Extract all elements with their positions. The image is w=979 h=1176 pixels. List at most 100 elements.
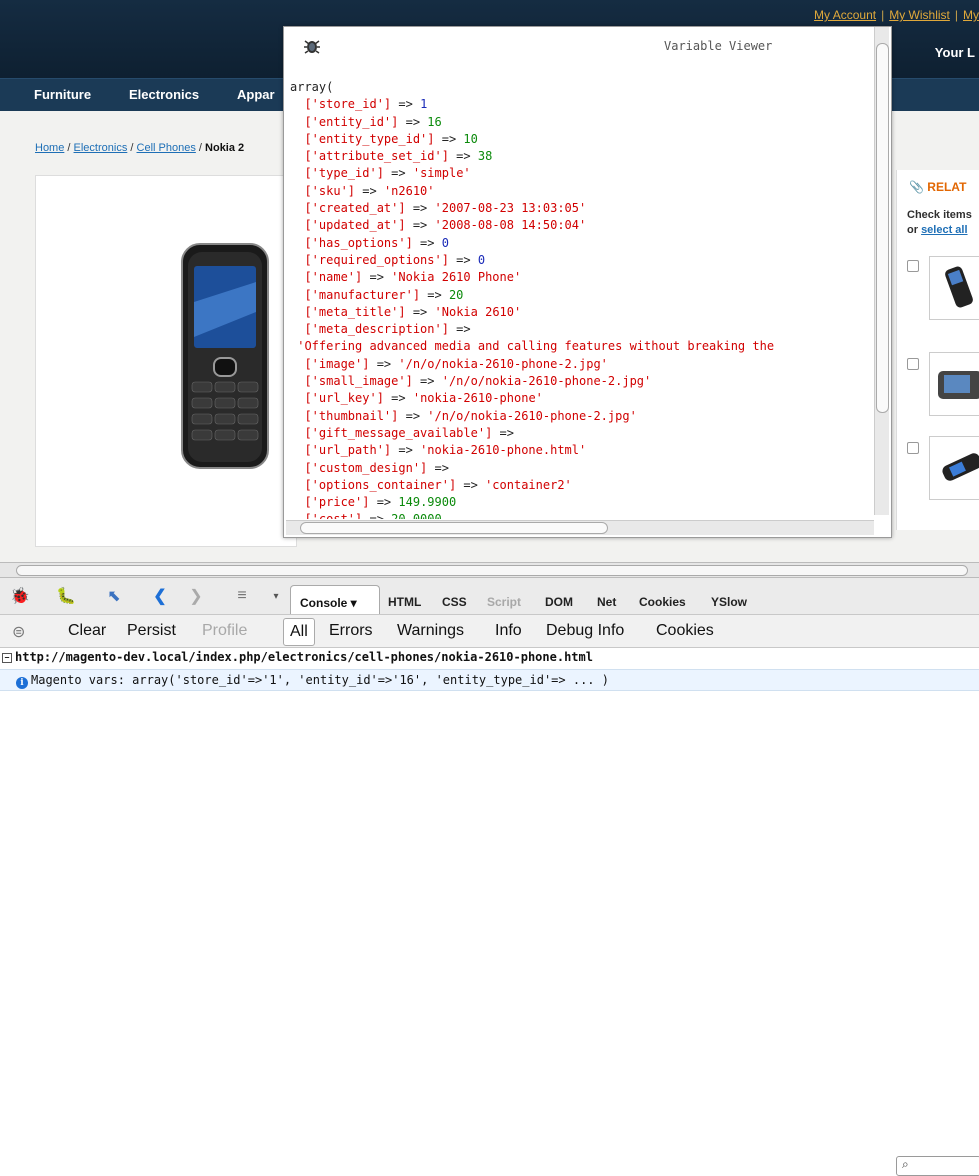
- top-links: My Account | My Wishlist | My: [814, 8, 979, 22]
- profile-button[interactable]: Profile: [202, 622, 247, 640]
- breadcrumb-sep: /: [67, 142, 71, 154]
- console-toolbar: ⊜ Clear Persist Profile All Errors Warni…: [0, 615, 979, 648]
- log-message-text: Magento vars: array('store_id'=>'1', 'en…: [31, 673, 609, 687]
- tab-yslow[interactable]: YSlow: [711, 595, 747, 609]
- separator: |: [954, 8, 958, 22]
- tab-console-label: Console ▾: [300, 596, 357, 610]
- filter-warnings-button[interactable]: Warnings: [397, 622, 464, 640]
- related-checkbox-3[interactable]: [907, 442, 919, 454]
- related-title-text: RELAT: [927, 180, 967, 194]
- dump-line: ['sku'] => 'n2610': [304, 183, 435, 198]
- dump-line: ['options_container'] => 'container2': [304, 477, 572, 492]
- horizontal-scrollbar[interactable]: [286, 520, 874, 535]
- forward-icon[interactable]: ❯: [186, 586, 206, 606]
- dump-line: ['url_key'] => 'nokia-2610-phone': [304, 391, 543, 406]
- dump-line: ['entity_type_id'] => 10: [304, 131, 478, 146]
- related-title: 📎 RELAT: [909, 180, 966, 194]
- variable-dump: array( ['store_id'] => 1 ['entity_id'] =…: [290, 79, 872, 519]
- breadcrumb: Home / Electronics / Cell Phones / Nokia…: [35, 142, 244, 154]
- breadcrumb-sep: /: [198, 142, 202, 154]
- splitter-handle[interactable]: [16, 565, 968, 576]
- log-message: i Magento vars: array('store_id'=>'1', 'e…: [16, 673, 609, 689]
- related-products-sidebar: 📎 RELAT Check items or select all: [896, 170, 979, 530]
- scrollbar-thumb[interactable]: [876, 43, 889, 413]
- breadcrumb-current: Nokia 2: [205, 142, 245, 154]
- firebug-icon: [304, 40, 320, 54]
- variable-viewer-window: Variable Viewer array( ['store_id'] => 1…: [283, 26, 892, 538]
- tab-cookies[interactable]: Cookies: [639, 595, 686, 609]
- dump-line: ['manufacturer'] => 20: [304, 287, 464, 302]
- breadcrumb-cell-phones[interactable]: Cell Phones: [137, 142, 196, 154]
- dump-line: ['url_path'] => 'nokia-2610-phone.html': [304, 443, 587, 458]
- tab-css[interactable]: CSS: [442, 595, 467, 609]
- clear-console-icon[interactable]: ⊜: [12, 622, 25, 642]
- phone-thumbnail-icon: [945, 266, 973, 308]
- firebug-menu-icon[interactable]: 🐞: [10, 586, 30, 606]
- clear-button[interactable]: Clear: [68, 622, 106, 640]
- search-input[interactable]: ⌕: [896, 1156, 979, 1176]
- dump-line: ['custom_design'] =>: [304, 460, 449, 475]
- dump-line: ['image'] => '/n/o/nokia-2610-phone-2.jp…: [304, 356, 608, 371]
- check-items-text: Check items: [907, 209, 972, 221]
- related-thumb-3[interactable]: [929, 436, 979, 500]
- dump-line: ['cost'] => 20.0000: [290, 511, 872, 519]
- console-log: − http://magento-dev.local/index.php/elec…: [0, 648, 979, 728]
- related-checkbox-1[interactable]: [907, 260, 919, 272]
- my-link[interactable]: My: [963, 8, 979, 22]
- separator: |: [881, 8, 885, 22]
- or-text: or: [907, 224, 918, 236]
- select-all-link[interactable]: select all: [921, 224, 967, 236]
- phone-thumbnail-icon: [938, 371, 979, 399]
- nav-item-apparel[interactable]: Appar: [237, 87, 275, 102]
- filter-errors-button[interactable]: Errors: [329, 622, 373, 640]
- nav-item-furniture[interactable]: Furniture: [34, 87, 91, 102]
- magnifier-icon: ⌕: [902, 1157, 909, 1171]
- tab-html[interactable]: HTML: [388, 595, 421, 609]
- tab-net[interactable]: Net: [597, 595, 616, 609]
- paperclip-icon: 📎: [909, 180, 924, 194]
- log-url-text: http://magento-dev.local/index.php/elect…: [15, 650, 593, 664]
- viewer-title: Variable Viewer: [664, 39, 773, 53]
- nav-item-electronics[interactable]: Electronics: [129, 87, 199, 102]
- inspect-icon[interactable]: ⬉: [104, 586, 124, 606]
- log-row[interactable]: i Magento vars: array('store_id'=>'1', 'e…: [0, 669, 979, 691]
- dump-line: ['thumbnail'] => '/n/o/nokia-2610-phone-…: [304, 408, 637, 423]
- tab-dom[interactable]: DOM: [545, 595, 573, 609]
- collapse-icon[interactable]: −: [2, 652, 12, 663]
- tab-console[interactable]: Console ▾: [290, 585, 380, 614]
- dump-line: ['meta_title'] => 'Nokia 2610': [304, 304, 522, 319]
- related-thumb-2[interactable]: [929, 352, 979, 416]
- panel-splitter[interactable]: [0, 562, 979, 578]
- related-checkbox-2[interactable]: [907, 358, 919, 370]
- back-icon[interactable]: ❮: [150, 586, 170, 606]
- dump-line: ['attribute_set_id'] => 38: [304, 149, 493, 164]
- dump-line: ['price'] => 149.9900: [304, 495, 457, 510]
- dump-line: ['updated_at'] => '2008-08-08 14:50:04': [304, 218, 587, 233]
- vertical-scrollbar[interactable]: [874, 27, 889, 515]
- breadcrumb-home[interactable]: Home: [35, 142, 64, 154]
- welcome-text: Your L: [934, 45, 975, 60]
- tab-script[interactable]: Script: [487, 595, 521, 609]
- breadcrumb-electronics[interactable]: Electronics: [74, 142, 128, 154]
- filter-cookies-button[interactable]: Cookies: [656, 622, 714, 640]
- my-account-link[interactable]: My Account: [814, 8, 876, 22]
- filter-debug-info-button[interactable]: Debug Info: [546, 622, 624, 640]
- scrollbar-thumb[interactable]: [300, 522, 608, 534]
- my-wishlist-link[interactable]: My Wishlist: [889, 8, 950, 22]
- dump-line: ['type_id'] => 'simple': [304, 166, 471, 181]
- filter-info-button[interactable]: Info: [495, 622, 522, 640]
- dump-line: 'Offering advanced media and calling fea…: [297, 339, 775, 354]
- product-image-phone[interactable]: [180, 242, 270, 470]
- dump-line: ['has_options'] => 0: [304, 235, 449, 250]
- list-icon[interactable]: ≡: [232, 586, 252, 606]
- log-group-header[interactable]: − http://magento-dev.local/index.php/elec…: [2, 650, 593, 664]
- info-icon: i: [16, 677, 28, 689]
- persist-button[interactable]: Persist: [127, 622, 176, 640]
- dump-line: ['name'] => 'Nokia 2610 Phone': [304, 270, 522, 285]
- filter-all-button[interactable]: All: [283, 618, 315, 646]
- dropdown-icon[interactable]: ▾: [266, 586, 286, 606]
- dump-line: ['required_options'] => 0: [304, 252, 486, 267]
- dump-line: ['store_id'] => 1: [304, 97, 428, 112]
- related-thumb-1[interactable]: [929, 256, 979, 320]
- bug-icon[interactable]: 🐛: [56, 586, 76, 606]
